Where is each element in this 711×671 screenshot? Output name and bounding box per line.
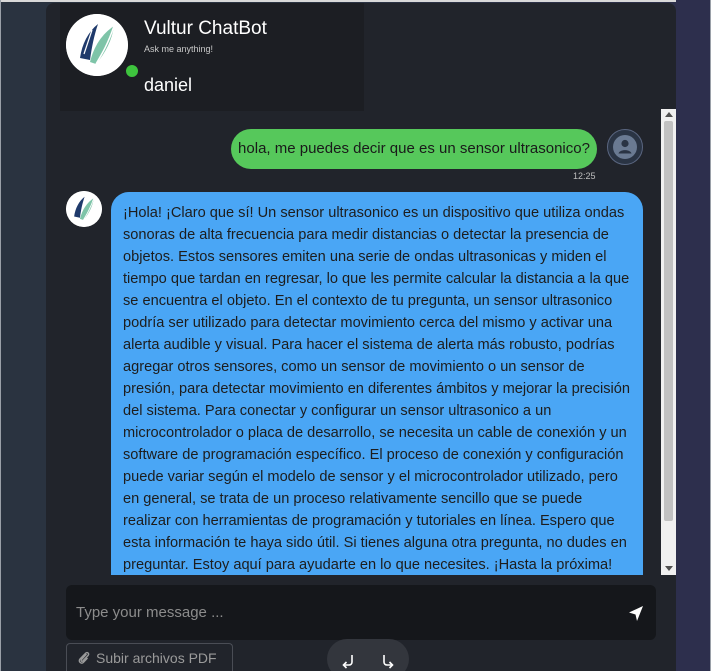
browser-top-edge xyxy=(0,0,711,2)
username: daniel xyxy=(144,75,193,95)
feather-logo-icon xyxy=(66,191,102,227)
user-message-bubble: hola, me puedes decir que es un sensor u… xyxy=(231,129,597,169)
scrollbar-thumb[interactable] xyxy=(664,121,673,521)
scroll-down-arrow-icon[interactable] xyxy=(665,566,673,571)
message-input[interactable] xyxy=(66,585,618,640)
feather-logo-icon xyxy=(66,14,128,76)
upload-pdf-label: Subir archivos PDF xyxy=(96,650,217,666)
right-background-panel xyxy=(676,0,710,671)
chatbot-subtitle: Ask me anything! xyxy=(144,44,214,54)
send-plane-icon xyxy=(629,606,643,621)
user-avatar xyxy=(607,129,643,165)
bot-message-bubble: ¡Hola! ¡Claro que sí! Un sensor ultrason… xyxy=(111,192,643,575)
history-navigation xyxy=(327,639,409,671)
messages-area[interactable]: hola, me puedes decir que es un sensor u… xyxy=(46,109,676,575)
scroll-up-arrow-icon[interactable] xyxy=(665,112,673,117)
online-status-indicator xyxy=(124,63,140,79)
chat-header: Vultur ChatBot Ask me anything! daniel xyxy=(60,3,364,111)
screen-left-edge xyxy=(0,0,1,671)
chat-window: Vultur ChatBot Ask me anything! daniel h… xyxy=(46,3,676,671)
bot-message-avatar xyxy=(66,191,102,227)
messages-scrollbar[interactable] xyxy=(661,109,676,575)
message-timestamp: 12:25 xyxy=(573,171,596,181)
bot-avatar xyxy=(66,14,128,76)
undo-arrow-icon[interactable] xyxy=(341,653,357,669)
person-icon xyxy=(613,135,637,159)
redo-arrow-icon[interactable] xyxy=(379,653,395,669)
upload-pdf-button[interactable]: Subir archivos PDF xyxy=(66,643,233,671)
chatbot-title: Vultur ChatBot xyxy=(144,18,267,39)
send-button[interactable] xyxy=(622,599,650,627)
message-composer xyxy=(66,585,656,640)
paperclip-icon xyxy=(78,651,90,664)
